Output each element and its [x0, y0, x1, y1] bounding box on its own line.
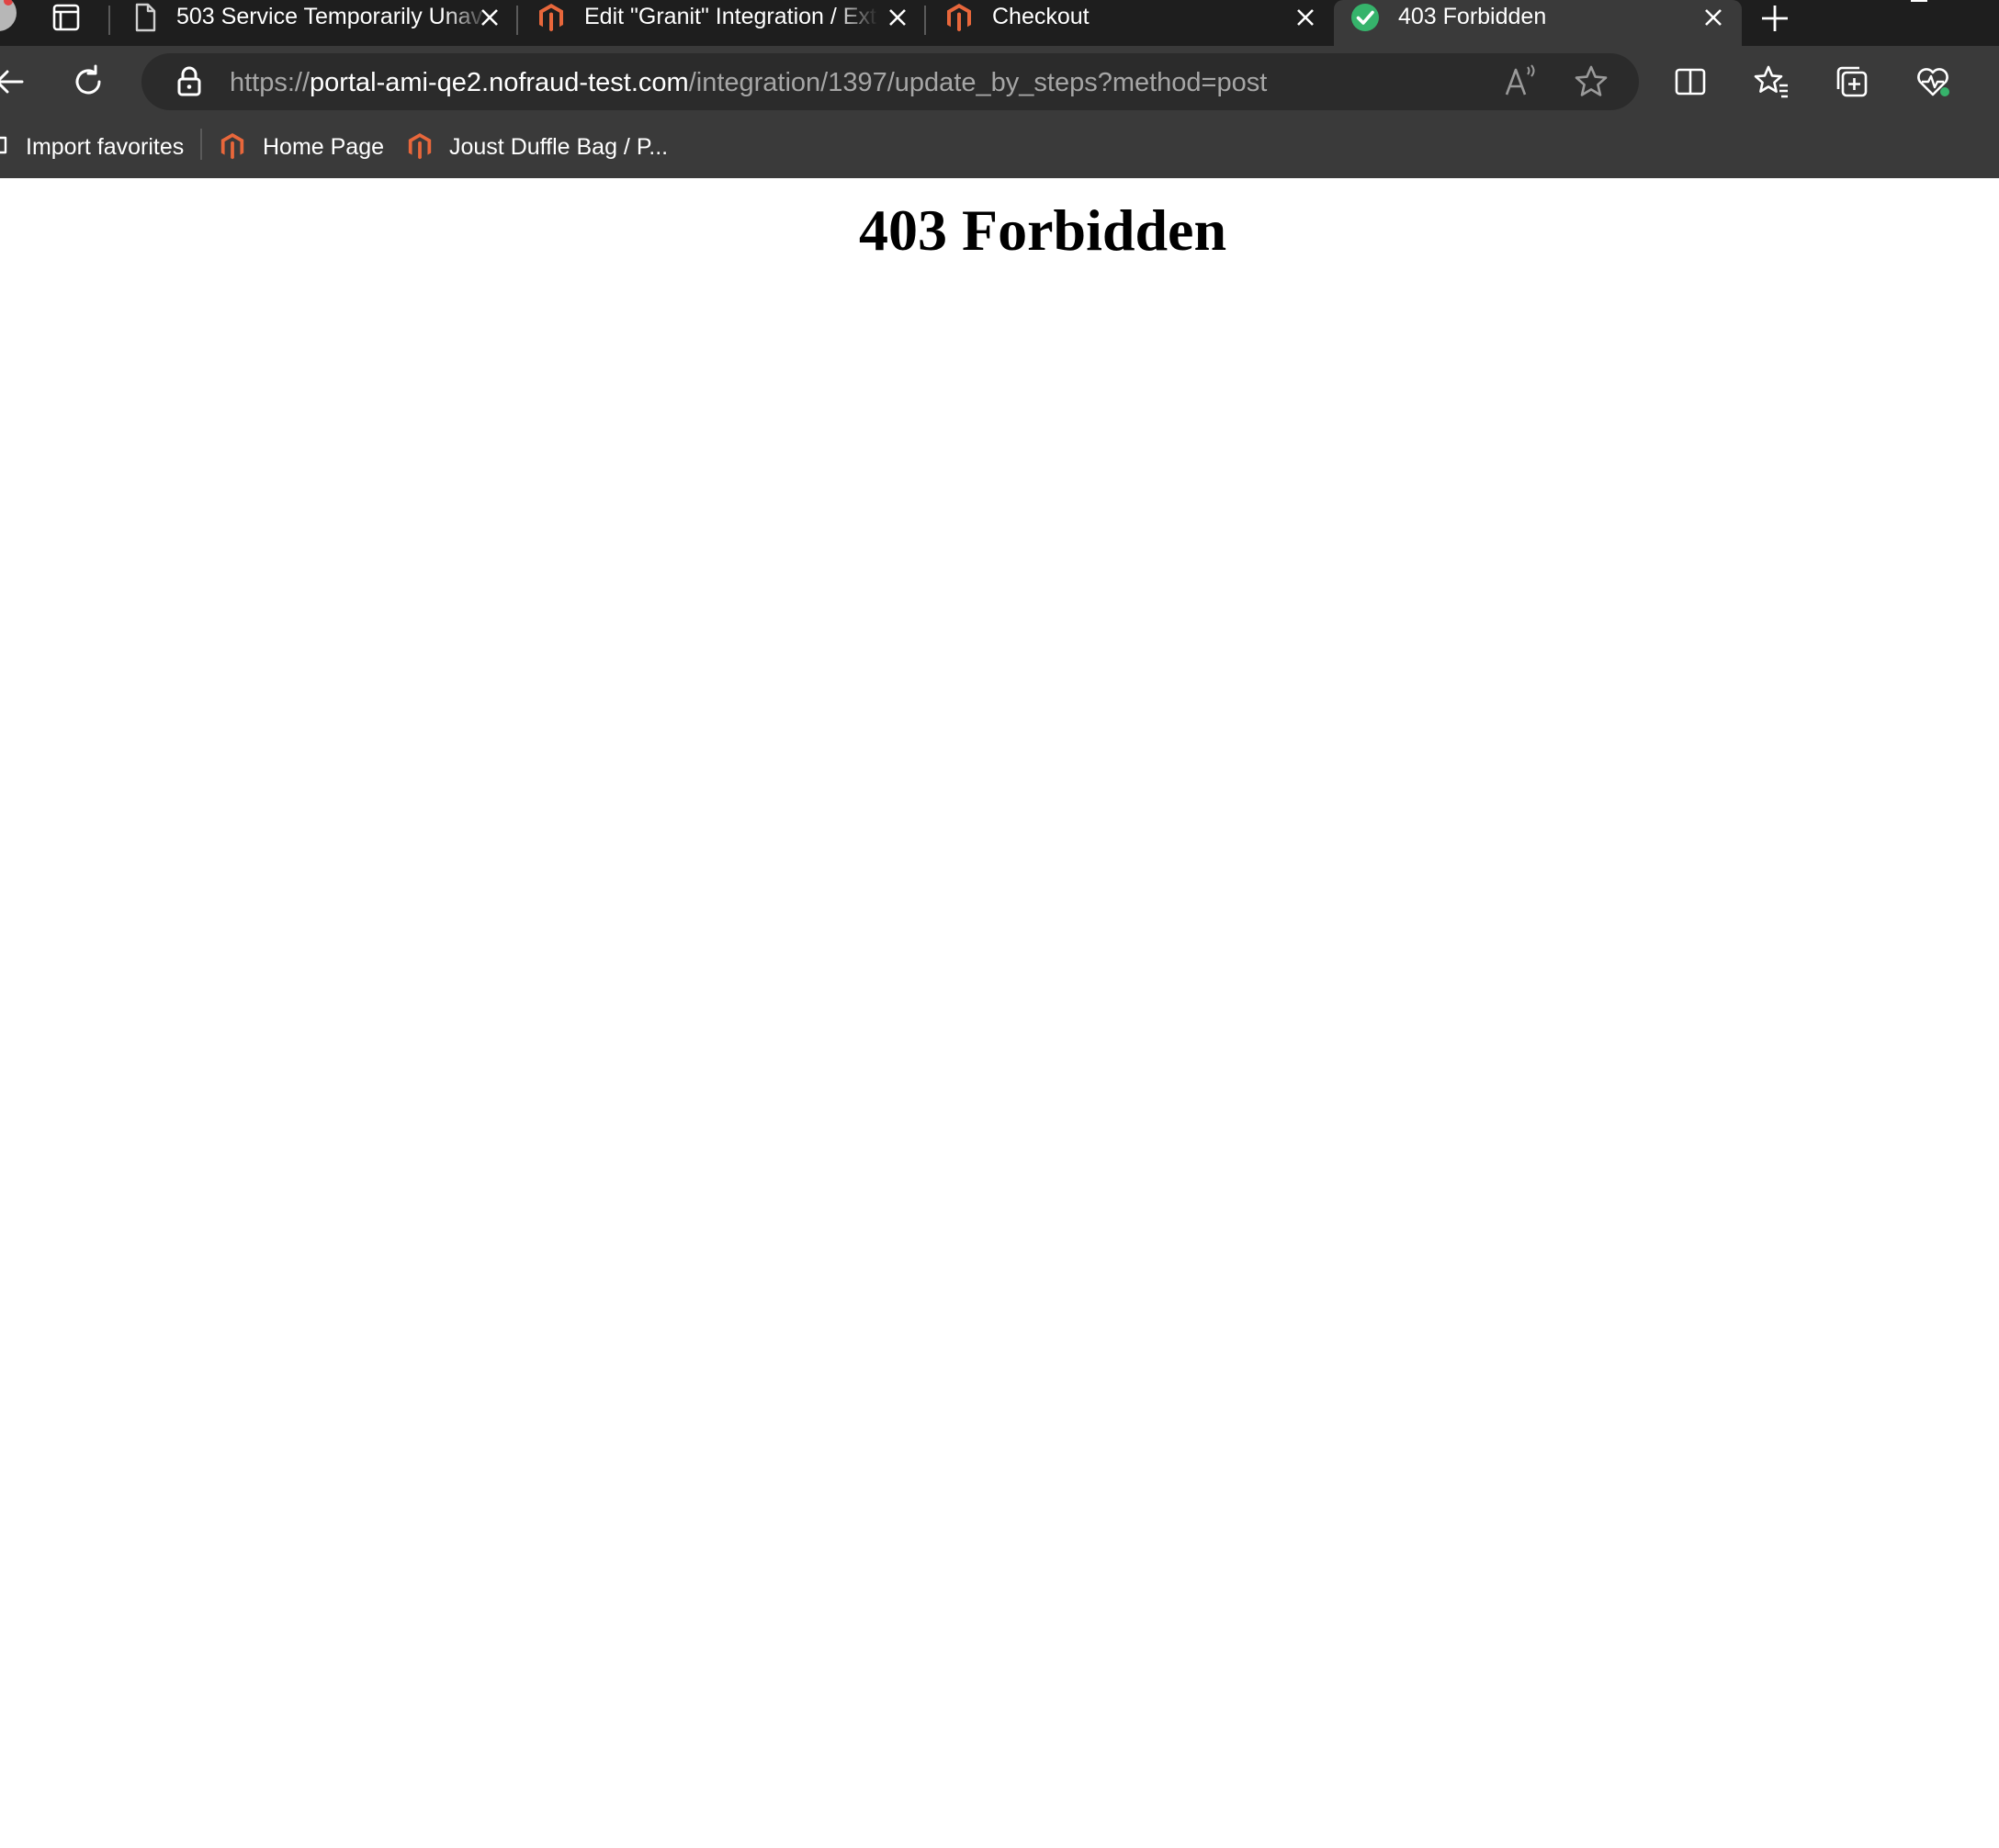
- profile-avatar[interactable]: [0, 0, 17, 31]
- document-icon: [135, 3, 156, 32]
- tab-title: 503 Service Temporarily Unav: [176, 4, 483, 29]
- tab-503-service[interactable]: 503 Service Temporarily Unav: [114, 0, 509, 46]
- green-check-icon: [1351, 4, 1379, 31]
- toolbar: https://portal-ami-qe2.nofraud-test.com/…: [0, 46, 1999, 118]
- star-icon[interactable]: [1573, 63, 1609, 100]
- address-bar[interactable]: https://portal-ami-qe2.nofraud-test.com/…: [141, 53, 1639, 110]
- favorite-label: Joust Duffle Bag / P...: [449, 134, 669, 160]
- magento-icon: [220, 132, 244, 160]
- favorite-label: Home Page: [263, 134, 385, 160]
- minimize-icon[interactable]: [1911, 0, 1927, 2]
- tab-edit-granit-integration[interactable]: Edit "Granit" Integration / Ext: [522, 0, 917, 46]
- magento-icon: [408, 132, 432, 160]
- lock-icon[interactable]: [171, 63, 208, 100]
- split-screen-icon[interactable]: [1672, 63, 1709, 100]
- tab-checkout[interactable]: Checkout: [930, 0, 1325, 46]
- collections-icon[interactable]: [1834, 63, 1870, 100]
- magento-icon: [947, 4, 971, 32]
- close-tab-icon[interactable]: [480, 7, 500, 28]
- page-title: 403 Forbidden: [858, 197, 1227, 263]
- favorites-icon[interactable]: [1753, 63, 1790, 100]
- close-tab-icon[interactable]: [1295, 7, 1316, 28]
- import-favorites-icon: [0, 136, 7, 154]
- url-path: /integration/1397/update_by_steps?method…: [688, 68, 1268, 97]
- tab-actions-icon[interactable]: [51, 2, 82, 33]
- tab-403-forbidden[interactable]: 403 Forbidden: [1334, 0, 1742, 46]
- url-scheme: https://: [230, 68, 311, 97]
- tab-title: Edit "Granit" Integration / Ext: [584, 4, 876, 29]
- magento-icon: [539, 4, 563, 32]
- favorite-label: Import favorites: [26, 134, 185, 160]
- tab-strip: 503 Service Temporarily Unav Edit "Grani…: [0, 0, 1999, 46]
- refresh-icon[interactable]: [70, 63, 107, 100]
- back-arrow-icon[interactable]: [0, 63, 29, 100]
- close-tab-icon[interactable]: [887, 7, 908, 28]
- close-tab-icon[interactable]: [1703, 7, 1723, 28]
- tab-title: 403 Forbidden: [1398, 4, 1547, 29]
- url-text: https://portal-ami-qe2.nofraud-test.com/…: [230, 66, 1267, 99]
- favorites-divider: [200, 129, 202, 160]
- read-aloud-icon[interactable]: [1501, 63, 1538, 100]
- plus-icon[interactable]: [1758, 2, 1791, 35]
- browser-window: 503 Service Temporarily Unav Edit "Grani…: [0, 0, 1999, 1848]
- tab-title: Checkout: [992, 4, 1090, 29]
- browser-essentials-icon[interactable]: [1914, 63, 1951, 100]
- url-host: portal-ami-qe2.nofraud-test.com: [310, 68, 689, 97]
- page-content: 403 Forbidden: [0, 178, 1999, 1848]
